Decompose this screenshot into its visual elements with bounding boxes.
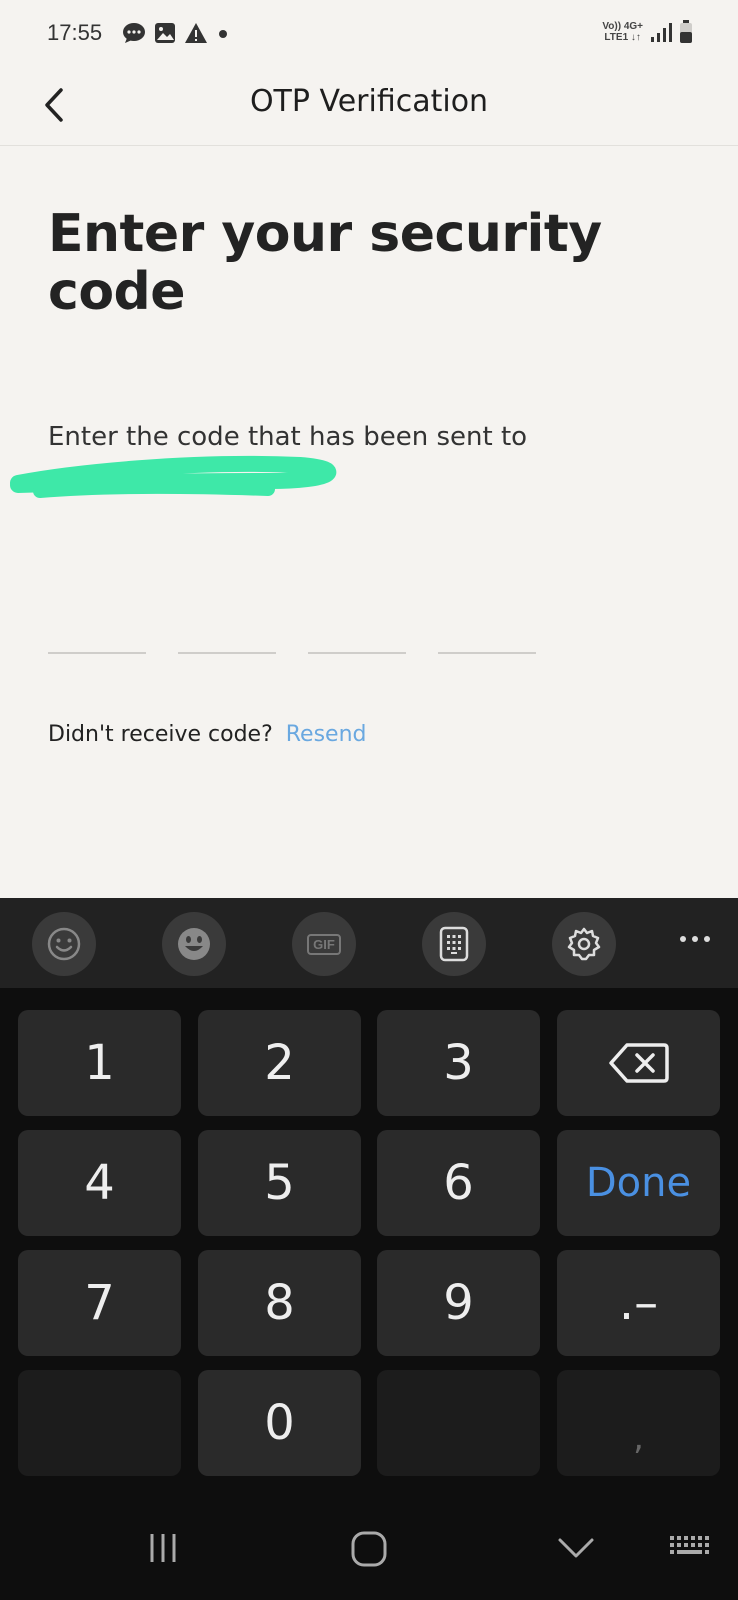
otp-input-group xyxy=(48,590,536,654)
key-2[interactable]: 2 xyxy=(198,1010,361,1116)
keyboard-icon xyxy=(670,1536,709,1554)
key-4[interactable]: 4 xyxy=(18,1130,181,1236)
backspace-icon xyxy=(608,1043,669,1083)
notification-icons xyxy=(122,22,230,44)
system-icons: Vo)) 4G+ LTE1 ↓↑ xyxy=(602,20,693,44)
key-5[interactable]: 5 xyxy=(198,1130,361,1236)
otp-digit-4[interactable] xyxy=(438,590,536,654)
key-0[interactable]: 0 xyxy=(198,1370,361,1476)
settings-button[interactable] xyxy=(552,912,616,976)
resend-row: Didn't receive code? Resend xyxy=(48,722,367,747)
comma-key[interactable]: , xyxy=(557,1370,720,1476)
sticker-button[interactable] xyxy=(162,912,226,976)
sticker-icon xyxy=(178,928,210,960)
redaction-scribble xyxy=(10,455,337,498)
done-key[interactable]: Done xyxy=(557,1130,720,1236)
backspace-key[interactable] xyxy=(557,1010,720,1116)
home-icon xyxy=(351,1531,387,1567)
status-bar: 17:55 Vo)) 4G+ LTE1 ↓↑ xyxy=(0,0,738,70)
warning-icon xyxy=(185,23,207,43)
resend-link[interactable]: Resend xyxy=(286,722,367,747)
app-header: OTP Verification xyxy=(0,70,738,146)
network-label: Vo)) 4G+ LTE1 ↓↑ xyxy=(602,21,643,43)
otp-digit-2[interactable] xyxy=(178,590,276,654)
home-button[interactable] xyxy=(350,1530,388,1568)
otp-digit-3[interactable] xyxy=(308,590,406,654)
dot-icon xyxy=(219,30,227,38)
recents-icon xyxy=(150,1534,176,1562)
battery-icon xyxy=(680,20,692,43)
code-sent-subtitle: Enter the code that has been sent to xyxy=(48,422,528,452)
gear-icon xyxy=(567,927,601,961)
key-3[interactable]: 3 xyxy=(377,1010,540,1116)
signal-icon xyxy=(651,23,672,42)
dot-dash-key[interactable]: .– xyxy=(557,1250,720,1356)
chat-bubble-icon xyxy=(123,23,145,43)
key-6[interactable]: 6 xyxy=(377,1130,540,1236)
hide-keyboard-button[interactable] xyxy=(556,1530,596,1566)
security-code-heading: Enter your security code xyxy=(48,204,602,322)
keyboard-switch-button[interactable] xyxy=(668,1530,710,1566)
keypad-icon xyxy=(439,926,469,962)
page-title: OTP Verification xyxy=(249,84,489,119)
otp-digit-1[interactable] xyxy=(48,590,146,654)
key-9[interactable]: 9 xyxy=(377,1250,540,1356)
more-options-icon[interactable] xyxy=(680,936,710,942)
image-icon xyxy=(155,23,175,43)
emoji-icon xyxy=(47,927,81,961)
gif-icon: GIF xyxy=(307,933,341,955)
key-1[interactable]: 1 xyxy=(18,1010,181,1116)
system-nav-bar xyxy=(0,1500,738,1600)
emoji-button[interactable] xyxy=(32,912,96,976)
status-time: 17:55 xyxy=(47,20,103,45)
gif-button[interactable]: GIF xyxy=(292,912,356,976)
blank-key-middle xyxy=(377,1370,540,1476)
keypad-button[interactable] xyxy=(422,912,486,976)
key-8[interactable]: 8 xyxy=(198,1250,361,1356)
key-7[interactable]: 7 xyxy=(18,1250,181,1356)
recents-button[interactable] xyxy=(145,1530,181,1566)
numeric-keyboard: GIF 1 2 3 4 5 6 Done 7 8 9 .– 0 , xyxy=(0,898,738,1600)
chevron-down-icon xyxy=(558,1538,594,1558)
resend-prompt: Didn't receive code? xyxy=(48,722,273,747)
keyboard-toolbar: GIF xyxy=(0,898,738,988)
blank-key-left xyxy=(18,1370,181,1476)
